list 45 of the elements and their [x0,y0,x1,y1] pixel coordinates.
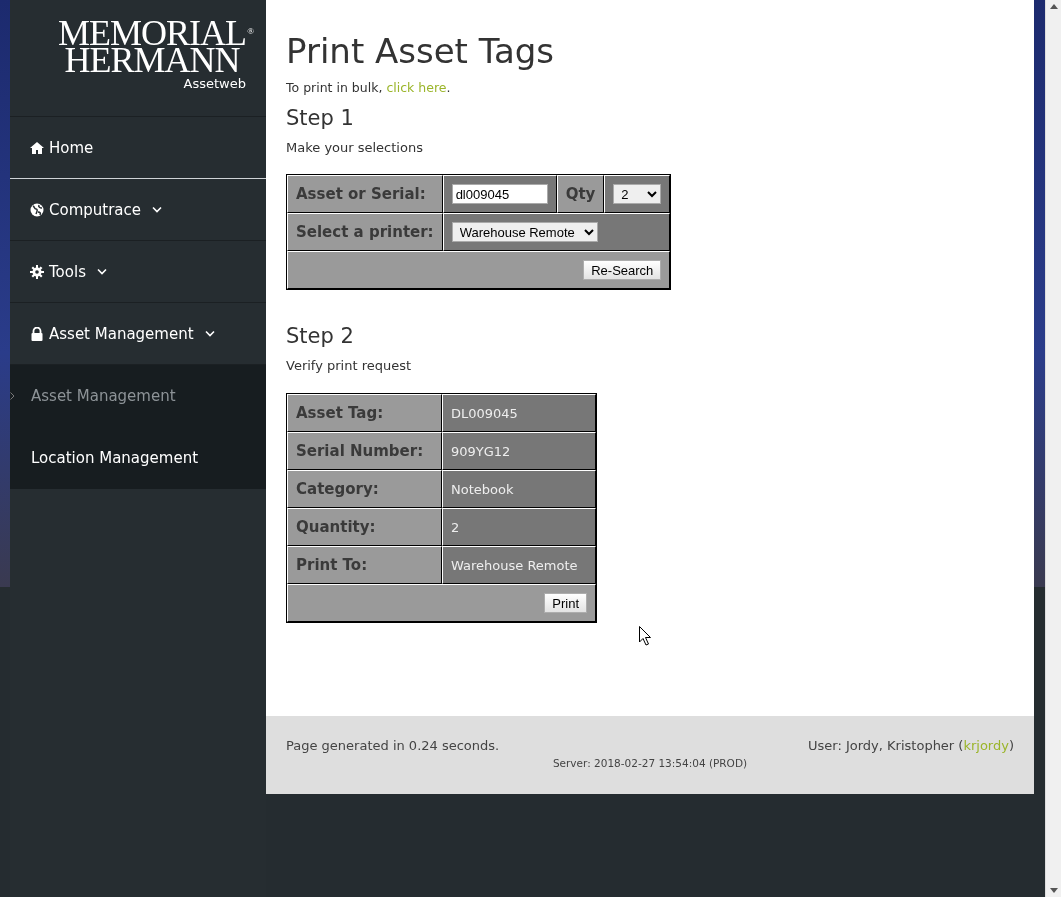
chevron-right-icon [10,392,15,400]
step-heading: Step 2 [286,323,354,350]
scrollbar[interactable] [1045,0,1061,897]
submenu-item[interactable]: Asset Management [10,365,266,427]
field-value: 2 [442,508,596,546]
server-timestamp-text: Server: 2018-02-27 13:54:04 (PROD) [552,757,748,769]
scroll-up-icon[interactable] [1049,4,1058,9]
field-label: Serial Number: [287,432,442,470]
quantity-dropdown[interactable]: 2 [613,184,662,204]
field-value: Notebook [442,470,596,508]
app-name: Assetweb [183,76,246,91]
lock-icon [30,326,44,341]
step-subtitle: Make your selections [286,140,424,155]
intro-text: To print in bulk, click here. [286,80,452,95]
gear-icon [30,264,44,279]
submenu-item[interactable]: Location Management [10,427,266,489]
user-text: User: Jordy, Kristopher (krjordy) [808,738,1014,753]
printer-dropdown[interactable]: Warehouse Remote [451,222,598,242]
field-label: Select a printer: [287,213,443,251]
globe-icon [30,202,44,217]
field-value: Warehouse Remote [442,546,596,584]
chevron-down-icon [96,268,107,275]
generation-time-text: Page generated in 0.24 seconds. [286,738,500,753]
registered-mark: ® [247,25,254,38]
field-label: Category: [287,470,442,508]
logo-text: MEMORIAL [58,20,246,47]
chevron-down-icon [204,330,215,337]
field-value: 909YG12 [442,432,596,470]
step-heading: Step 1 [286,105,354,132]
field-label: Print To: [287,546,442,584]
logo-text: HERMANN [64,47,240,74]
print-button[interactable]: Print [544,593,587,614]
field-label: Quantity: [287,508,442,546]
field-value: DL009045 [442,394,596,432]
re-search-button[interactable]: Re-Search [583,260,662,281]
scroll-down-icon[interactable] [1049,888,1058,893]
field-label: Asset Tag: [287,394,442,432]
home-icon [30,140,44,155]
field-label: Asset or Serial: [287,175,443,213]
field-label: Qty [556,175,605,213]
asset-input-field[interactable]: dl009045 [451,184,548,204]
step-subtitle: Verify print request [286,358,413,373]
mouse-pointer-icon [639,626,652,646]
chevron-down-icon [152,206,162,213]
page-title: Print Asset Tags [286,30,555,71]
